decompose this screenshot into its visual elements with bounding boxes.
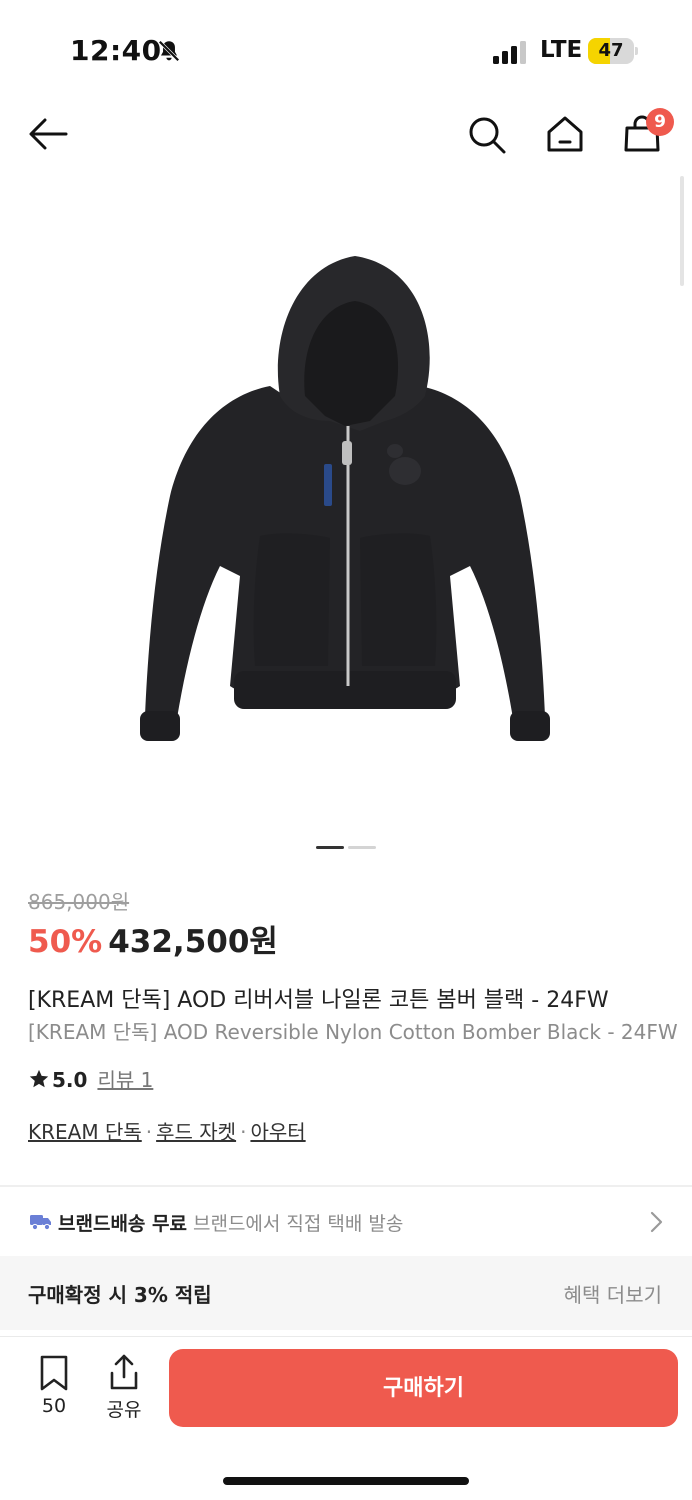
benefit-more-link[interactable]: 혜택 더보기 <box>564 1279 662 1308</box>
benefit-text: 구매확정 시 3% 적립 <box>28 1283 212 1307</box>
network-type: LTE <box>540 37 583 63</box>
section-divider <box>0 1185 692 1187</box>
cart-count-badge: 9 <box>646 108 674 136</box>
product-image-carousel[interactable] <box>0 176 692 876</box>
shipping-text: 브랜드배송 무료 브랜드에서 직접 택배 발송 <box>58 1209 403 1236</box>
rating-row: 5.0 리뷰 1 <box>28 1064 153 1092</box>
battery-icon: 47 <box>588 38 634 64</box>
status-time: 12:40 <box>70 34 162 67</box>
buy-button[interactable]: 구매하기 <box>169 1349 678 1427</box>
sale-price: 432,500원 <box>108 924 278 960</box>
category-link-hood-jacket[interactable]: 후드 자켓 <box>156 1120 236 1144</box>
status-bar: 12:40 LTE 47 <box>0 0 692 100</box>
bottom-action-bar: 50 공유 구매하기 <box>0 1336 692 1500</box>
shipping-info-row[interactable]: 브랜드배송 무료 브랜드에서 직접 택배 발송 <box>0 1188 692 1256</box>
category-link-outer[interactable]: 아우터 <box>250 1120 305 1144</box>
battery-cap <box>635 47 638 55</box>
home-icon[interactable] <box>543 112 587 156</box>
back-arrow-icon[interactable] <box>26 112 70 156</box>
shipping-main: 브랜드배송 무료 <box>58 1213 187 1235</box>
truck-icon <box>30 1215 51 1231</box>
share-label: 공유 <box>106 1399 142 1421</box>
pager-dot-active[interactable] <box>316 846 344 849</box>
bookmark-count: 50 <box>41 1395 67 1417</box>
category-separator: · <box>240 1120 247 1144</box>
star-icon <box>29 1069 49 1088</box>
scrollbar <box>680 176 684 286</box>
image-pager <box>316 846 376 850</box>
search-icon[interactable] <box>464 112 508 156</box>
bookmark-button[interactable]: 50 <box>28 1353 80 1419</box>
price-row: 50% 432,500원 <box>28 916 278 960</box>
review-link[interactable]: 리뷰 1 <box>97 1068 153 1092</box>
category-links: KREAM 단독 · 후드 자켓 · 아우터 <box>28 1116 306 1145</box>
product-detail-screen: 12:40 LTE 47 9 865,000원 50% 432,500원 [KR… <box>0 0 692 1500</box>
chevron-right-icon <box>650 1211 663 1233</box>
product-title-ko: [KREAM 단독] AOD 리버서블 나일론 코튼 봄버 블랙 - 24FW <box>28 988 609 1013</box>
bookmark-icon <box>40 1355 68 1391</box>
signal-icon <box>493 41 526 64</box>
original-price: 865,000원 <box>28 890 130 914</box>
product-title-en: [KREAM 단독] AOD Reversible Nylon Cotton B… <box>28 1020 678 1044</box>
category-separator: · <box>145 1120 153 1144</box>
share-button[interactable]: 공유 <box>98 1353 150 1421</box>
share-icon <box>110 1354 138 1390</box>
bell-slash-icon <box>158 40 180 62</box>
benefit-row: 구매확정 시 3% 적립 혜택 더보기 <box>0 1256 692 1330</box>
rating-score: 5.0 <box>52 1068 88 1092</box>
discount-rate: 50% <box>28 924 103 960</box>
battery-percent: 47 <box>598 40 624 61</box>
shipping-sub: 브랜드에서 직접 택배 발송 <box>192 1213 404 1235</box>
top-nav <box>0 100 692 170</box>
pager-dot[interactable] <box>348 846 376 849</box>
product-image[interactable] <box>130 246 560 766</box>
home-indicator <box>223 1477 469 1485</box>
category-link-kream-exclusive[interactable]: KREAM 단독 <box>28 1120 142 1144</box>
